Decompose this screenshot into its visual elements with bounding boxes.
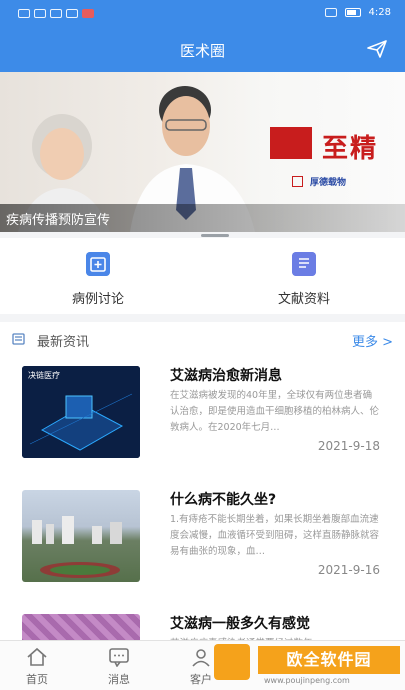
checkbox-mark-icon xyxy=(292,176,303,187)
news-item-date: 2021-9-16 xyxy=(317,563,380,577)
news-item-date: 2021-9-18 xyxy=(317,439,380,453)
watermark-url: www.poujinpeng.com xyxy=(264,676,350,685)
watermark: 欧全软件园 www.poujinpeng.com xyxy=(206,640,405,690)
banner-slogan: 至精 xyxy=(322,134,379,164)
case-discussion-entry[interactable]: 病例讨论 xyxy=(38,252,158,307)
news-item-summary: 在艾滋病被发现的40年里，全球仅有两位患者确认治愈，即是使用造血干细胞移植的柏林… xyxy=(170,390,380,433)
news-item-summary: 1.有痔疮不能长期坐着，如果长期坐着腹部血流速度会减慢，血液循环受到阻碍，这样直… xyxy=(170,514,380,557)
news-header: 最新资讯 更多 > xyxy=(0,322,405,358)
news-item[interactable]: 什么病不能久坐? 1.有痔疮不能长期坐着，如果长期坐着腹部血流速度会减慢，血液循… xyxy=(0,482,405,602)
watermark-logo-icon xyxy=(214,644,250,680)
status-right: 4:28 xyxy=(324,7,391,18)
document-icon xyxy=(292,252,316,276)
banner-carousel[interactable]: 至精 厚德载物 疾病传播预防宣传 xyxy=(0,72,405,232)
page-title: 医术圈 xyxy=(179,42,225,60)
case-discussion-icon xyxy=(86,252,110,276)
more-link[interactable]: 更多 > xyxy=(352,331,393,350)
banner-brand: 厚德载物 xyxy=(310,178,347,188)
city-view-image xyxy=(32,516,122,578)
sim-icon xyxy=(18,9,30,18)
news-item-title: 艾滋病治愈新消息 xyxy=(170,368,282,384)
nav-home[interactable]: 首页 xyxy=(12,647,62,687)
app-notification-icon xyxy=(66,9,78,18)
status-time: 4:28 xyxy=(368,7,391,18)
news-thumbnail: 决链医疗 xyxy=(22,366,140,458)
nav-messages-label: 消息 xyxy=(108,673,130,686)
news-icon xyxy=(12,333,25,345)
banner-caption: 疾病传播预防宣传 xyxy=(6,213,111,228)
literature-label: 文献资料 xyxy=(277,292,330,307)
news-item[interactable]: 决链医疗 艾滋病治愈新消息 在艾滋病被发现的40年里，全球仅有两位患者确认治愈，… xyxy=(0,358,405,478)
signal-icon xyxy=(34,9,46,18)
top-bar: 4:28 医术圈 xyxy=(0,0,405,72)
carousel-indicator xyxy=(201,234,229,237)
message-icon xyxy=(109,648,129,667)
news-item-title: 什么病不能久坐? xyxy=(170,492,277,508)
send-icon[interactable] xyxy=(367,40,387,58)
news-panel: 最新资讯 更多 > 决链医疗 艾滋病治愈新消息 在艾滋病被发现的40年里，全球仅… xyxy=(0,322,405,652)
vibrate-icon xyxy=(324,8,337,17)
app-notification-icon-2 xyxy=(82,9,94,18)
brand-logo-mark xyxy=(270,127,312,159)
wifi-icon xyxy=(50,9,62,18)
watermark-text: 欧全软件园 xyxy=(258,646,400,674)
news-thumbnail xyxy=(22,490,140,582)
quick-entries: 病例讨论 文献资料 xyxy=(0,238,405,314)
status-bar: 4:28 xyxy=(0,0,405,30)
home-icon xyxy=(27,647,47,666)
case-discussion-label: 病例讨论 xyxy=(71,292,124,307)
thumbnail-text: 决链医疗 xyxy=(28,371,60,380)
news-item-title: 艾滋病一般多久有感觉 xyxy=(170,616,310,632)
nav-messages[interactable]: 消息 xyxy=(94,647,144,687)
news-title: 最新资讯 xyxy=(37,335,90,350)
literature-entry[interactable]: 文献资料 xyxy=(244,252,364,307)
battery-icon xyxy=(344,8,361,17)
status-left-icons xyxy=(18,9,94,18)
nav-home-label: 首页 xyxy=(26,673,48,686)
